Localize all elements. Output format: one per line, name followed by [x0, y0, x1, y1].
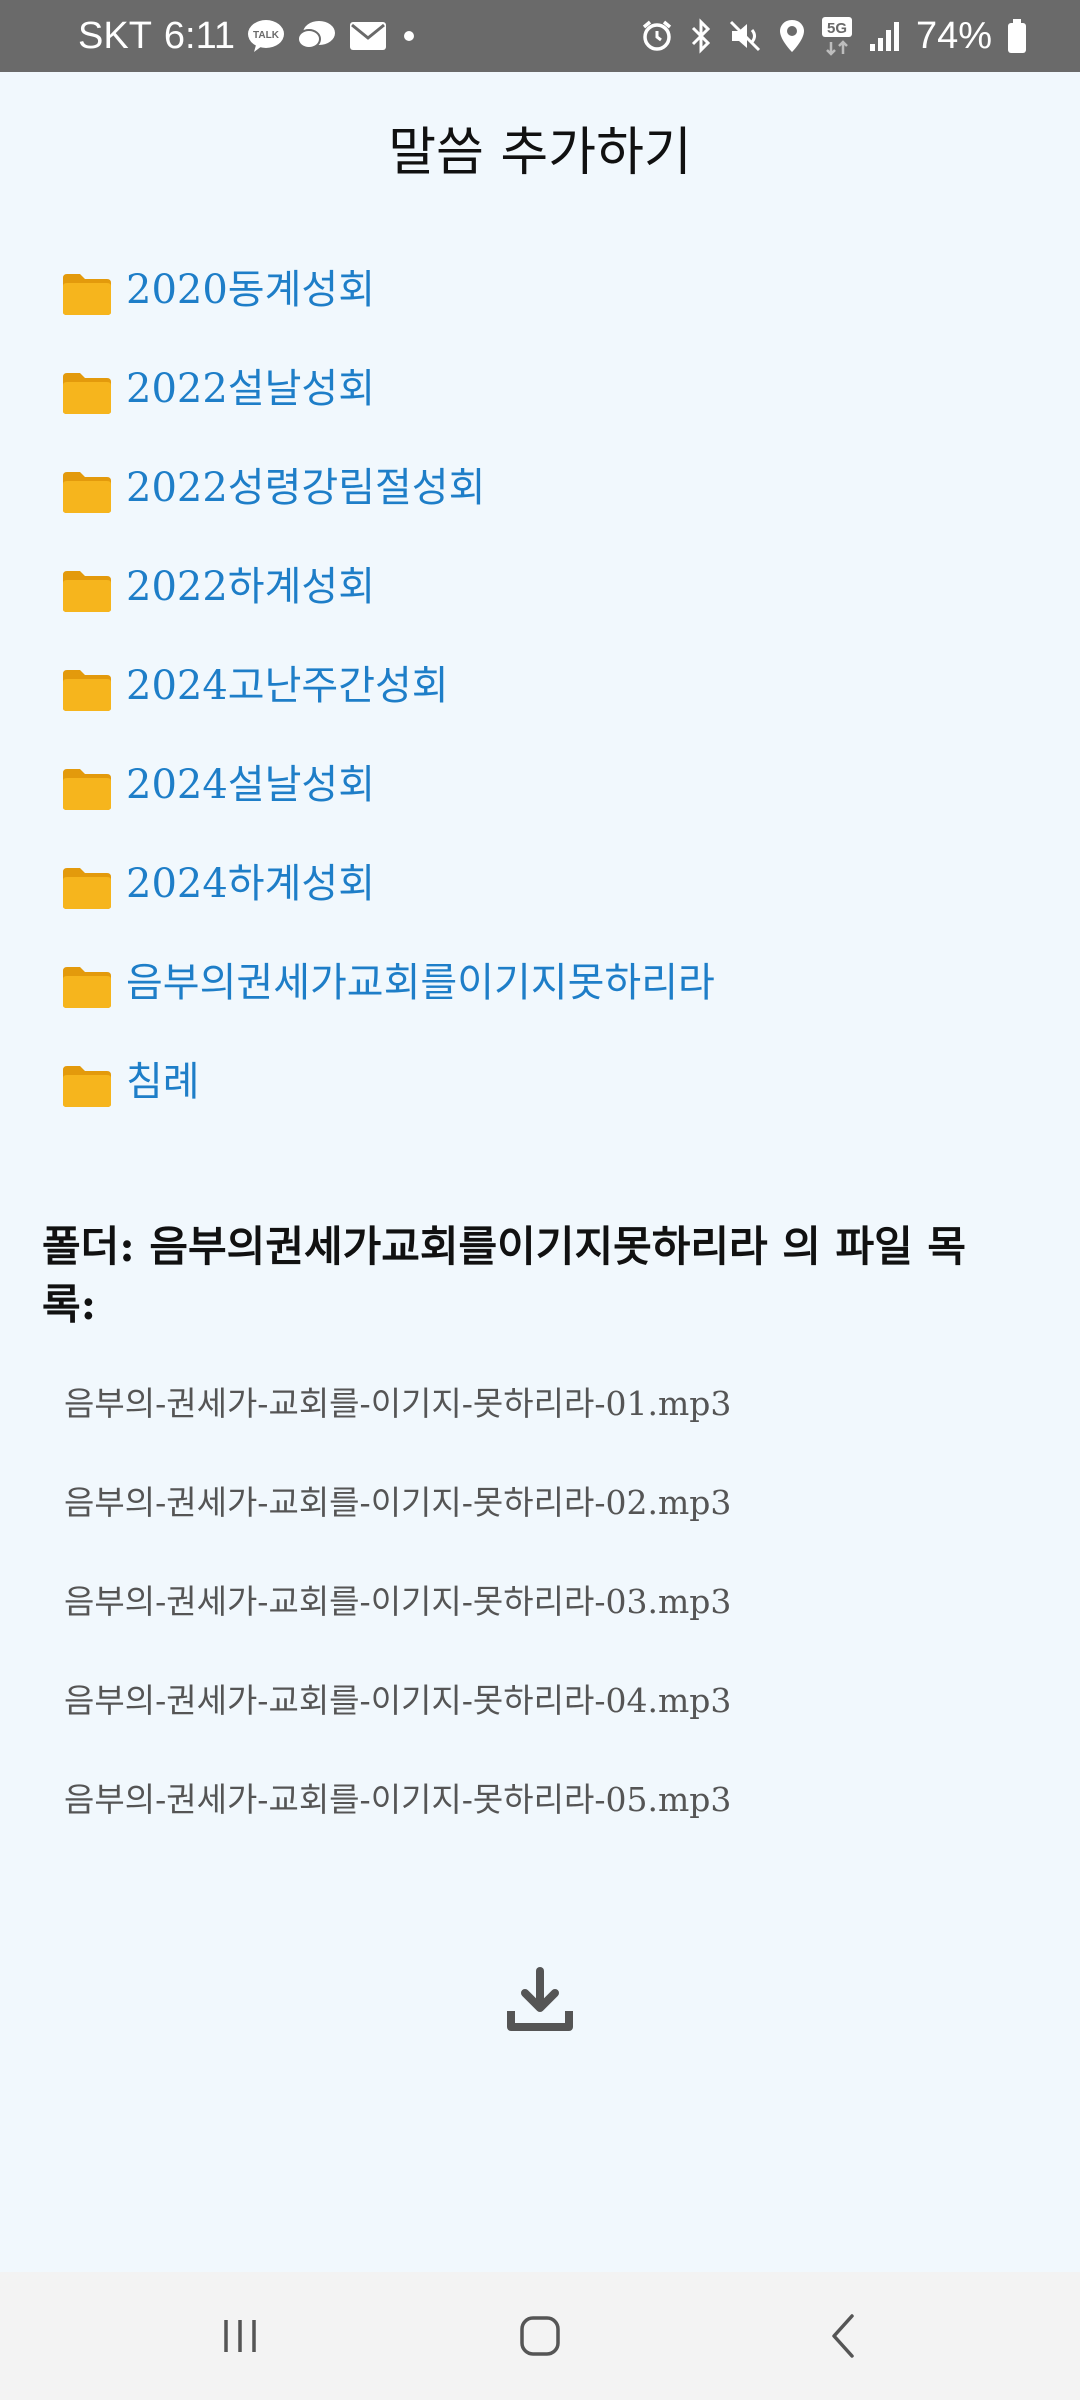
folder-icon [63, 571, 111, 612]
battery-icon [1006, 14, 1028, 58]
folder-label: 2024고난주간성회 [126, 663, 449, 709]
folder-item[interactable]: 2022하계성회 [60, 559, 715, 658]
alarm-icon [640, 14, 674, 58]
recent-apps-icon [224, 2320, 256, 2352]
folder-icon [63, 769, 111, 810]
folder-item[interactable]: 2022성령강림절성회 [60, 460, 715, 559]
chat-bubble-icon [297, 14, 337, 58]
folder-icon [63, 274, 111, 315]
mail-icon [349, 14, 387, 58]
folder-icon [63, 670, 111, 711]
file-item[interactable]: 음부의-권세가-교회를-이기지-못하리라-04.mp3 [64, 1675, 731, 1774]
file-item[interactable]: 음부의-권세가-교회를-이기지-못하리라-02.mp3 [64, 1477, 731, 1576]
file-list: 음부의-권세가-교회를-이기지-못하리라-01.mp3 음부의-권세가-교회를-… [64, 1378, 731, 1873]
recent-apps-button[interactable] [180, 2296, 300, 2376]
home-icon [520, 2316, 560, 2356]
folder-item[interactable]: 2024설날성회 [60, 757, 715, 856]
folder-label: 2022하계성회 [126, 564, 375, 610]
folder-label: 침례 [126, 1059, 200, 1105]
folder-label: 2024설날성회 [126, 762, 375, 808]
folder-item[interactable]: 2024고난주간성회 [60, 658, 715, 757]
folder-icon [63, 967, 111, 1008]
folder-item[interactable]: 2020동계성회 [60, 262, 715, 361]
back-icon [832, 2314, 854, 2358]
file-item[interactable]: 음부의-권세가-교회를-이기지-못하리라-03.mp3 [64, 1576, 731, 1675]
folder-item[interactable]: 2024하계성회 [60, 856, 715, 955]
status-left: SKT 6:11 TALK [78, 14, 640, 58]
svg-text:TALK: TALK [253, 30, 280, 41]
kakaotalk-icon: TALK [247, 14, 285, 58]
folder-label: 2022성령강림절성회 [126, 465, 486, 511]
folder-label: 음부의권세가교회를이기지못하리라 [126, 960, 715, 1006]
download-icon [507, 1967, 573, 2031]
home-button[interactable] [480, 2296, 600, 2376]
clock: 6:11 [163, 14, 236, 57]
file-item[interactable]: 음부의-권세가-교회를-이기지-못하리라-05.mp3 [64, 1774, 731, 1873]
dot-icon [399, 14, 419, 58]
folder-label: 2020동계성회 [126, 267, 375, 313]
network-5g-icon: 5G [820, 14, 854, 58]
folder-icon [63, 472, 111, 513]
battery-percent: 74% [915, 14, 992, 57]
carrier-label: SKT [78, 14, 152, 57]
folder-icon [63, 1066, 111, 1107]
folder-label: 2024하계성회 [126, 861, 375, 907]
mute-icon [728, 14, 764, 58]
folder-label: 2022설날성회 [126, 366, 375, 412]
folder-icon [63, 373, 111, 414]
download-button[interactable] [500, 1960, 580, 2040]
location-icon [778, 14, 806, 58]
network-type-label: 5G [827, 20, 847, 37]
navigation-bar [0, 2272, 1080, 2400]
file-item[interactable]: 음부의-권세가-교회를-이기지-못하리라-01.mp3 [64, 1378, 731, 1477]
folder-item[interactable]: 침례 [60, 1054, 715, 1153]
back-button[interactable] [784, 2296, 904, 2376]
folder-icon [63, 868, 111, 909]
page-title: 말씀 추가하기 [388, 123, 692, 183]
folder-list: 2020동계성회 2022설날성회 2022성령강림절성회 2022하계성회 2… [60, 262, 715, 1153]
folder-item[interactable]: 음부의권세가교회를이기지못하리라 [60, 955, 715, 1054]
files-section-heading: 폴더: 음부의권세가교회를이기지못하리라 의 파일 목록: [42, 1222, 967, 1329]
bluetooth-icon [688, 14, 714, 58]
folder-item[interactable]: 2022설날성회 [60, 361, 715, 460]
status-bar: SKT 6:11 TALK 5G 74% [0, 0, 1080, 72]
status-right: 5G 74% [640, 14, 1028, 58]
signal-icon [868, 14, 902, 58]
